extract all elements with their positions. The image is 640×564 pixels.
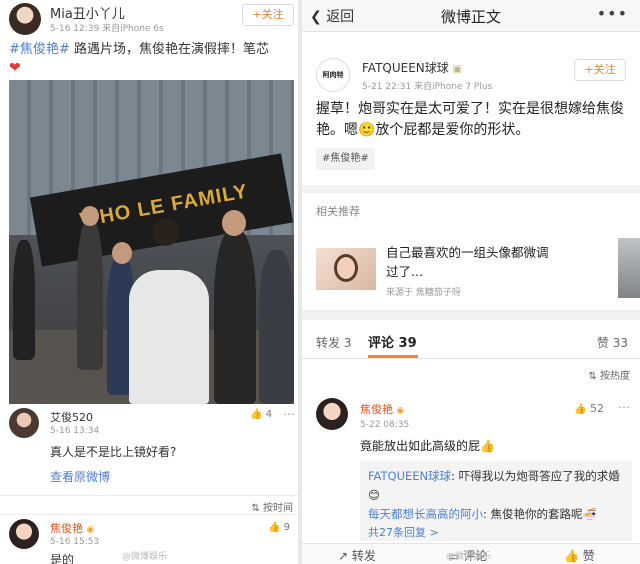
avatar[interactable]: 阿肉特 — [316, 58, 350, 92]
reply-item: 每天都想长高高的阿小: 焦俊艳你的套路呢🍜 — [368, 505, 624, 524]
like-count: 9 — [283, 522, 291, 533]
commenter-name[interactable]: 焦俊艳 ◉ — [50, 520, 94, 536]
comment-time: 5-16 15:53 — [50, 537, 100, 547]
sort-by-time-button[interactable]: ⇅ 按时间 — [251, 499, 293, 514]
section-gap — [302, 185, 640, 193]
commenter-name[interactable]: 艾俊520 — [50, 409, 93, 425]
comment-text: 竟能放出如此高级的屁👍 — [360, 439, 495, 453]
related-source: 来源于 焦糖茄子呀 — [386, 288, 461, 298]
member-badge-icon: ▣ — [452, 64, 463, 75]
active-tab-indicator — [368, 355, 418, 358]
related-next-thumbnail[interactable] — [618, 238, 640, 298]
thumbs-up-icon: 👍 — [564, 549, 579, 563]
commenter-name[interactable]: 焦俊艳 ◉ — [360, 401, 404, 417]
verified-badge-icon: ◉ — [396, 406, 405, 416]
view-all-replies-link[interactable]: 共27条回复 > — [368, 524, 624, 540]
page-title: 微博正文 — [440, 8, 501, 26]
post-meta: 5-21 22:31 来自iPhone 7 Plus — [362, 82, 493, 92]
commenter-name-text: 焦俊艳 — [50, 522, 83, 535]
watermark: @微博娱乐 — [122, 552, 168, 562]
photo-face — [222, 210, 246, 236]
reply-text: : 焦俊艳你的套路呢🍜 — [483, 507, 597, 521]
reply-user[interactable]: FATQUEEN球球 — [368, 469, 451, 483]
post-photo[interactable]: WHO LE FAMILY — [9, 80, 294, 404]
tab-reposts[interactable]: 转发 3 — [316, 334, 351, 351]
post-header: Mia丑小丫儿 5-16 12:39 来自iPhone 6s +关注 — [0, 0, 298, 36]
watermark: @微博娱乐 — [446, 552, 492, 562]
photo-face — [112, 242, 132, 264]
view-original-link[interactable]: 查看原微博 — [50, 468, 110, 485]
interaction-tabs: 转发 3 评论 39 赞 33 — [302, 325, 640, 359]
commenter-avatar[interactable] — [9, 408, 39, 438]
more-options-icon[interactable]: ⋯ — [283, 407, 295, 421]
commenter-avatar[interactable] — [316, 398, 348, 430]
photo-face — [153, 218, 179, 246]
related-section-label: 相关推荐 — [316, 205, 360, 218]
tab-likes[interactable]: 赞 33 — [597, 334, 628, 351]
comment-text: 真人是不是比上镜好看? — [50, 445, 177, 459]
author-name[interactable]: FATQUEEN球球 ▣ — [362, 59, 462, 76]
topic-tag[interactable]: #焦俊艳# — [316, 148, 375, 170]
comment-text: 是的 — [50, 553, 75, 564]
post-body: 路遇片场，焦俊艳在演假摔！笔芯 — [73, 42, 269, 57]
comment-like-button[interactable]: 👍 52 — [574, 402, 604, 415]
author-name-text: FATQUEEN球球 — [362, 61, 449, 75]
comment-sort-bar: ⇅ 按时间 — [0, 495, 298, 515]
verified-badge-icon: ◉ — [86, 525, 95, 535]
author-name[interactable]: Mia丑小丫儿 — [50, 3, 125, 22]
section-gap — [302, 310, 640, 320]
navigation-bar: ❮ 返回 微博正文 ••• — [302, 0, 640, 32]
photo-person-white-shirt — [129, 270, 209, 404]
post-text: 握草！炮哥实在是太可爱了！实在是很想嫁给焦俊艳。嗯🙂放个屁都是爱你的形状。 — [316, 101, 624, 138]
comment-time: 5-22 08:35 — [360, 420, 410, 430]
like-count: 52 — [589, 402, 604, 415]
follow-button[interactable]: +关注 — [574, 59, 626, 81]
photo-person — [259, 250, 294, 404]
related-title[interactable]: 自己最喜欢的一组头像都微调过了... — [386, 243, 556, 281]
commenter-avatar[interactable] — [9, 519, 39, 549]
comment-time: 5-16 13:34 — [50, 426, 100, 436]
heart-icon: ❤ — [9, 60, 21, 76]
sort-label: 按时间 — [263, 503, 293, 514]
thumbs-up-icon: 👍 — [250, 409, 263, 420]
like-button[interactable]: 👍 赞 — [564, 547, 595, 564]
reply-user[interactable]: 每天都想长高高的阿小 — [368, 507, 483, 521]
left-weibo-post: Mia丑小丫儿 5-16 12:39 来自iPhone 6s +关注 #焦俊艳#… — [0, 0, 298, 564]
repost-label: 转发 — [351, 549, 376, 563]
comment-like-button[interactable]: 👍 9 — [268, 522, 290, 533]
avatar[interactable] — [9, 3, 41, 35]
like-count: 4 — [265, 409, 273, 420]
reply-thread[interactable]: FATQUEEN球球: 吓得我以为炮哥答应了我的求婚😊 每天都想长高高的阿小: … — [360, 461, 632, 541]
follow-button[interactable]: +关注 — [242, 4, 294, 26]
thumbs-up-icon: 👍 — [574, 404, 587, 415]
comment-like-button[interactable]: 👍 4 — [250, 409, 272, 420]
sort-icon: ⇅ — [588, 371, 597, 382]
photo-person — [13, 240, 35, 360]
sort-by-hot-button[interactable]: ⇅ 按热度 — [588, 367, 630, 382]
topic-link[interactable]: #焦俊艳# — [9, 42, 70, 57]
thumbnail-face — [334, 254, 358, 282]
more-menu-icon[interactable]: ••• — [597, 4, 628, 23]
share-icon: ↗ — [338, 549, 349, 563]
right-weibo-detail: ❮ 返回 微博正文 ••• 阿肉特 FATQUEEN球球 ▣ 5-21 22:3… — [302, 0, 640, 564]
photo-person — [77, 220, 103, 370]
commenter-name-text: 焦俊艳 — [360, 403, 393, 416]
thumbs-up-icon: 👍 — [268, 522, 281, 533]
like-label: 赞 — [582, 549, 595, 563]
post-text: #焦俊艳# 路遇片场，焦俊艳在演假摔！笔芯 ❤ — [9, 40, 294, 78]
post-meta: 5-16 12:39 来自iPhone 6s — [50, 24, 164, 34]
related-thumbnail[interactable] — [316, 248, 376, 290]
photo-face — [81, 206, 99, 226]
more-options-icon[interactable]: ⋯ — [618, 400, 630, 414]
reply-item: FATQUEEN球球: 吓得我以为炮哥答应了我的求婚😊 — [368, 467, 624, 505]
photo-person — [214, 230, 256, 404]
sort-icon: ⇅ — [251, 503, 260, 514]
repost-button[interactable]: ↗ 转发 — [338, 547, 376, 564]
sort-label: 按热度 — [600, 371, 630, 382]
tab-comments[interactable]: 评论 39 — [368, 332, 417, 351]
